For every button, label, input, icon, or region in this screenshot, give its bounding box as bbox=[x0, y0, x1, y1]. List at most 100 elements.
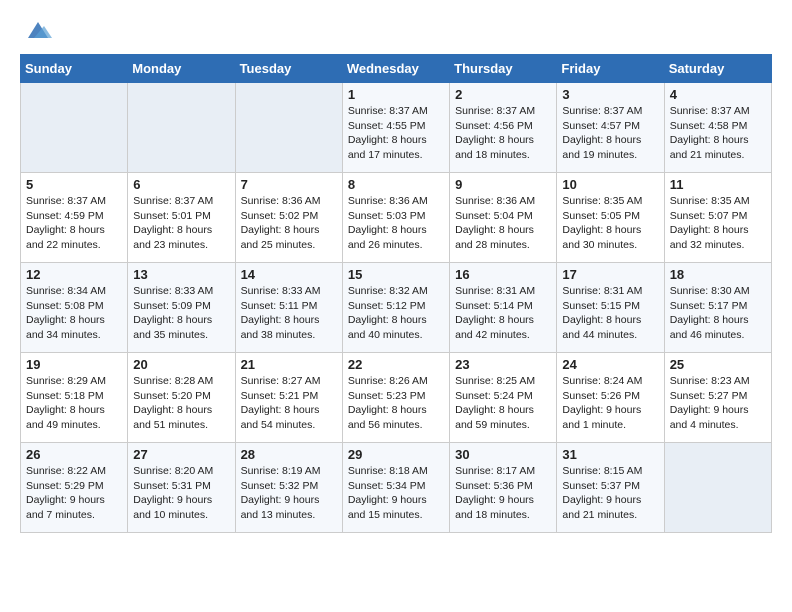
day-info: Sunrise: 8:34 AM Sunset: 5:08 PM Dayligh… bbox=[26, 284, 122, 343]
col-header-monday: Monday bbox=[128, 55, 235, 83]
calendar-cell: 23 Sunrise: 8:25 AM Sunset: 5:24 PM Dayli… bbox=[450, 353, 557, 443]
day-number: 30 bbox=[455, 447, 551, 462]
day-number: 15 bbox=[348, 267, 444, 282]
day-info: Sunrise: 8:31 AM Sunset: 5:15 PM Dayligh… bbox=[562, 284, 658, 343]
day-info: Sunrise: 8:37 AM Sunset: 4:56 PM Dayligh… bbox=[455, 104, 551, 163]
day-number: 17 bbox=[562, 267, 658, 282]
day-number: 6 bbox=[133, 177, 229, 192]
day-info: Sunrise: 8:35 AM Sunset: 5:05 PM Dayligh… bbox=[562, 194, 658, 253]
day-number: 27 bbox=[133, 447, 229, 462]
day-info: Sunrise: 8:27 AM Sunset: 5:21 PM Dayligh… bbox=[241, 374, 337, 433]
calendar-cell bbox=[128, 83, 235, 173]
day-info: Sunrise: 8:28 AM Sunset: 5:20 PM Dayligh… bbox=[133, 374, 229, 433]
calendar-cell: 7 Sunrise: 8:36 AM Sunset: 5:02 PM Daylig… bbox=[235, 173, 342, 263]
calendar-cell: 25 Sunrise: 8:23 AM Sunset: 5:27 PM Dayli… bbox=[664, 353, 771, 443]
day-info: Sunrise: 8:36 AM Sunset: 5:02 PM Dayligh… bbox=[241, 194, 337, 253]
calendar-cell: 11Sunrise: 8:35 AM Sunset: 5:07 PM Dayli… bbox=[664, 173, 771, 263]
day-info: Sunrise: 8:30 AM Sunset: 5:17 PM Dayligh… bbox=[670, 284, 766, 343]
col-header-tuesday: Tuesday bbox=[235, 55, 342, 83]
calendar-cell: 15Sunrise: 8:32 AM Sunset: 5:12 PM Dayli… bbox=[342, 263, 449, 353]
day-number: 2 bbox=[455, 87, 551, 102]
day-number: 12 bbox=[26, 267, 122, 282]
day-number: 25 bbox=[670, 357, 766, 372]
calendar-cell: 27Sunrise: 8:20 AM Sunset: 5:31 PM Dayli… bbox=[128, 443, 235, 533]
week-row: 26Sunrise: 8:22 AM Sunset: 5:29 PM Dayli… bbox=[21, 443, 772, 533]
calendar-cell: 10 Sunrise: 8:35 AM Sunset: 5:05 PM Dayli… bbox=[557, 173, 664, 263]
week-row: 1 Sunrise: 8:37 AM Sunset: 4:55 PM Daylig… bbox=[21, 83, 772, 173]
calendar-cell: 21 Sunrise: 8:27 AM Sunset: 5:21 PM Dayli… bbox=[235, 353, 342, 443]
day-number: 13 bbox=[133, 267, 229, 282]
week-row: 12 Sunrise: 8:34 AM Sunset: 5:08 PM Dayli… bbox=[21, 263, 772, 353]
calendar-cell: 29 Sunrise: 8:18 AM Sunset: 5:34 PM Dayli… bbox=[342, 443, 449, 533]
day-info: Sunrise: 8:37 AM Sunset: 4:57 PM Dayligh… bbox=[562, 104, 658, 163]
day-number: 8 bbox=[348, 177, 444, 192]
day-info: Sunrise: 8:37 AM Sunset: 5:01 PM Dayligh… bbox=[133, 194, 229, 253]
day-info: Sunrise: 8:24 AM Sunset: 5:26 PM Dayligh… bbox=[562, 374, 658, 433]
logo bbox=[20, 16, 52, 44]
day-number: 21 bbox=[241, 357, 337, 372]
calendar-cell: 8 Sunrise: 8:36 AM Sunset: 5:03 PM Daylig… bbox=[342, 173, 449, 263]
day-number: 19 bbox=[26, 357, 122, 372]
calendar-cell: 26Sunrise: 8:22 AM Sunset: 5:29 PM Dayli… bbox=[21, 443, 128, 533]
page: SundayMondayTuesdayWednesdayThursdayFrid… bbox=[0, 0, 792, 549]
calendar-cell: 24 Sunrise: 8:24 AM Sunset: 5:26 PM Dayli… bbox=[557, 353, 664, 443]
day-info: Sunrise: 8:23 AM Sunset: 5:27 PM Dayligh… bbox=[670, 374, 766, 433]
day-number: 10 bbox=[562, 177, 658, 192]
day-number: 22 bbox=[348, 357, 444, 372]
col-header-friday: Friday bbox=[557, 55, 664, 83]
calendar-cell: 2 Sunrise: 8:37 AM Sunset: 4:56 PM Daylig… bbox=[450, 83, 557, 173]
day-number: 29 bbox=[348, 447, 444, 462]
day-info: Sunrise: 8:25 AM Sunset: 5:24 PM Dayligh… bbox=[455, 374, 551, 433]
day-number: 20 bbox=[133, 357, 229, 372]
calendar-cell: 16 Sunrise: 8:31 AM Sunset: 5:14 PM Dayli… bbox=[450, 263, 557, 353]
calendar-cell: 9Sunrise: 8:36 AM Sunset: 5:04 PM Daylig… bbox=[450, 173, 557, 263]
day-number: 26 bbox=[26, 447, 122, 462]
calendar-cell: 28 Sunrise: 8:19 AM Sunset: 5:32 PM Dayli… bbox=[235, 443, 342, 533]
header-row: SundayMondayTuesdayWednesdayThursdayFrid… bbox=[21, 55, 772, 83]
day-info: Sunrise: 8:37 AM Sunset: 4:59 PM Dayligh… bbox=[26, 194, 122, 253]
col-header-sunday: Sunday bbox=[21, 55, 128, 83]
day-info: Sunrise: 8:31 AM Sunset: 5:14 PM Dayligh… bbox=[455, 284, 551, 343]
day-info: Sunrise: 8:19 AM Sunset: 5:32 PM Dayligh… bbox=[241, 464, 337, 523]
calendar-cell: 30Sunrise: 8:17 AM Sunset: 5:36 PM Dayli… bbox=[450, 443, 557, 533]
calendar-cell bbox=[21, 83, 128, 173]
day-info: Sunrise: 8:33 AM Sunset: 5:09 PM Dayligh… bbox=[133, 284, 229, 343]
calendar-cell: 31 Sunrise: 8:15 AM Sunset: 5:37 PM Dayli… bbox=[557, 443, 664, 533]
day-number: 11 bbox=[670, 177, 766, 192]
week-row: 5 Sunrise: 8:37 AM Sunset: 4:59 PM Daylig… bbox=[21, 173, 772, 263]
calendar-cell: 20 Sunrise: 8:28 AM Sunset: 5:20 PM Dayli… bbox=[128, 353, 235, 443]
day-info: Sunrise: 8:29 AM Sunset: 5:18 PM Dayligh… bbox=[26, 374, 122, 433]
day-number: 28 bbox=[241, 447, 337, 462]
day-number: 7 bbox=[241, 177, 337, 192]
col-header-saturday: Saturday bbox=[664, 55, 771, 83]
week-row: 19 Sunrise: 8:29 AM Sunset: 5:18 PM Dayli… bbox=[21, 353, 772, 443]
day-number: 3 bbox=[562, 87, 658, 102]
calendar-cell: 12 Sunrise: 8:34 AM Sunset: 5:08 PM Dayli… bbox=[21, 263, 128, 353]
logo-icon bbox=[24, 16, 52, 44]
day-number: 9 bbox=[455, 177, 551, 192]
calendar-cell: 14Sunrise: 8:33 AM Sunset: 5:11 PM Dayli… bbox=[235, 263, 342, 353]
col-header-wednesday: Wednesday bbox=[342, 55, 449, 83]
day-info: Sunrise: 8:36 AM Sunset: 5:03 PM Dayligh… bbox=[348, 194, 444, 253]
calendar-cell: 3 Sunrise: 8:37 AM Sunset: 4:57 PM Daylig… bbox=[557, 83, 664, 173]
day-number: 14 bbox=[241, 267, 337, 282]
day-info: Sunrise: 8:18 AM Sunset: 5:34 PM Dayligh… bbox=[348, 464, 444, 523]
day-number: 18 bbox=[670, 267, 766, 282]
day-number: 24 bbox=[562, 357, 658, 372]
day-number: 23 bbox=[455, 357, 551, 372]
day-number: 1 bbox=[348, 87, 444, 102]
calendar-cell bbox=[235, 83, 342, 173]
day-info: Sunrise: 8:26 AM Sunset: 5:23 PM Dayligh… bbox=[348, 374, 444, 433]
calendar-cell: 6 Sunrise: 8:37 AM Sunset: 5:01 PM Daylig… bbox=[128, 173, 235, 263]
day-info: Sunrise: 8:37 AM Sunset: 4:55 PM Dayligh… bbox=[348, 104, 444, 163]
calendar-cell: 18 Sunrise: 8:30 AM Sunset: 5:17 PM Dayli… bbox=[664, 263, 771, 353]
calendar-cell: 1 Sunrise: 8:37 AM Sunset: 4:55 PM Daylig… bbox=[342, 83, 449, 173]
calendar-cell: 22 Sunrise: 8:26 AM Sunset: 5:23 PM Dayli… bbox=[342, 353, 449, 443]
day-info: Sunrise: 8:15 AM Sunset: 5:37 PM Dayligh… bbox=[562, 464, 658, 523]
calendar-cell: 4Sunrise: 8:37 AM Sunset: 4:58 PM Daylig… bbox=[664, 83, 771, 173]
day-number: 5 bbox=[26, 177, 122, 192]
calendar-cell: 19 Sunrise: 8:29 AM Sunset: 5:18 PM Dayli… bbox=[21, 353, 128, 443]
calendar-cell: 13 Sunrise: 8:33 AM Sunset: 5:09 PM Dayli… bbox=[128, 263, 235, 353]
day-number: 31 bbox=[562, 447, 658, 462]
day-number: 16 bbox=[455, 267, 551, 282]
